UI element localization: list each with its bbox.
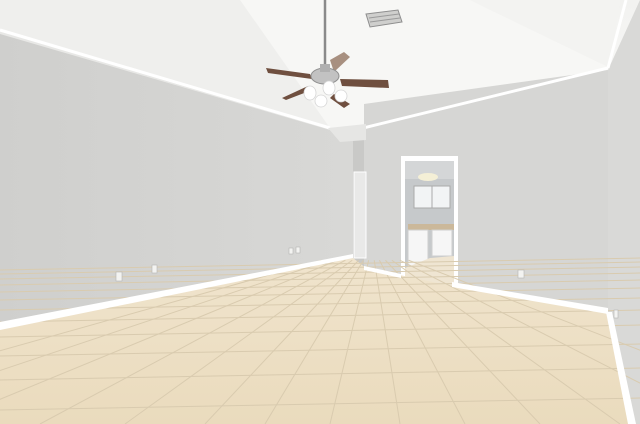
vanity-light xyxy=(418,173,438,181)
vanity-countertop xyxy=(408,224,454,230)
room-photo xyxy=(0,0,640,424)
hallway-doorway xyxy=(353,171,367,259)
